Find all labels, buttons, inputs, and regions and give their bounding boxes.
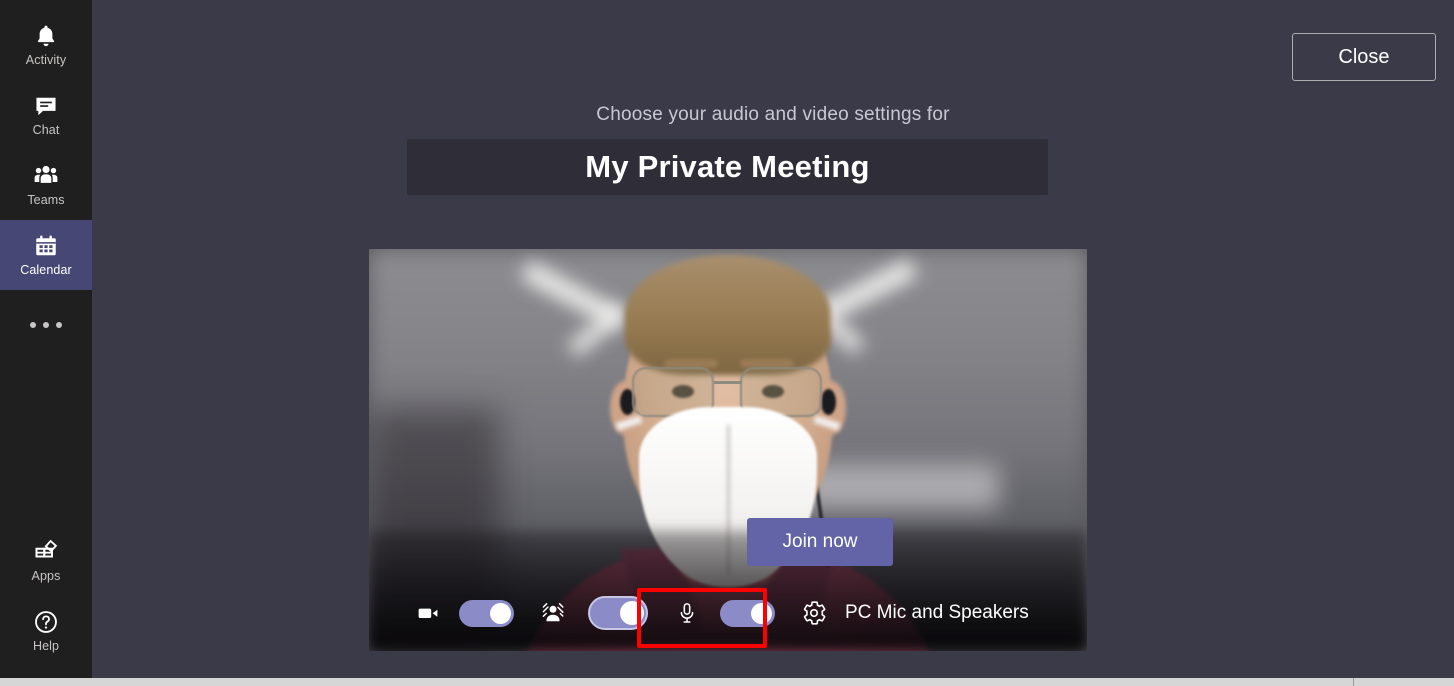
dot bbox=[43, 322, 49, 328]
sidebar-item-activity[interactable]: Activity bbox=[0, 10, 92, 80]
apps-icon bbox=[33, 539, 59, 565]
calendar-icon bbox=[33, 233, 59, 259]
chat-icon bbox=[33, 93, 59, 119]
mask-strap-right bbox=[813, 415, 841, 431]
dot bbox=[56, 322, 62, 328]
ceiling-light bbox=[520, 260, 626, 330]
background-blur-icon bbox=[540, 600, 566, 626]
hair bbox=[625, 255, 831, 375]
ceiling-light bbox=[808, 258, 918, 328]
close-button[interactable]: Close bbox=[1292, 33, 1436, 81]
background-blur-control bbox=[540, 596, 648, 630]
teams-icon bbox=[33, 163, 59, 189]
sidebar-item-chat[interactable]: Chat bbox=[0, 80, 92, 150]
ear-left bbox=[610, 381, 640, 435]
join-now-button[interactable]: Join now bbox=[747, 518, 893, 566]
lens-left bbox=[632, 367, 714, 417]
ceiling-light bbox=[567, 304, 627, 357]
background-shelf bbox=[799, 464, 999, 510]
sidebar-item-calendar[interactable]: Calendar bbox=[0, 220, 92, 290]
earbud-left bbox=[620, 389, 635, 415]
background-blur-toggle[interactable] bbox=[588, 596, 648, 630]
video-preview: Join now PC Mic and Speakers bbox=[369, 249, 1087, 651]
sidebar-item-label: Apps bbox=[31, 569, 61, 583]
dot bbox=[30, 322, 36, 328]
toggle-knob bbox=[490, 602, 511, 624]
mask-fold bbox=[726, 425, 730, 575]
earbud-right bbox=[821, 389, 836, 415]
toggle-knob bbox=[751, 602, 772, 624]
eyebrow-left bbox=[664, 359, 718, 368]
meeting-title: My Private Meeting bbox=[585, 149, 870, 184]
teams-window: Activity Chat Teams Calendar Apps Help C… bbox=[0, 0, 1454, 686]
bell-icon bbox=[33, 23, 59, 49]
sidebar-item-teams[interactable]: Teams bbox=[0, 150, 92, 220]
toggle-knob bbox=[620, 600, 644, 625]
camera-control bbox=[415, 599, 514, 627]
sidebar-item-label: Calendar bbox=[20, 263, 72, 277]
glasses-bridge bbox=[714, 381, 742, 384]
more-dots-icon[interactable] bbox=[30, 290, 62, 360]
camera-icon bbox=[415, 600, 441, 626]
eye-right bbox=[762, 385, 784, 398]
help-icon bbox=[33, 609, 59, 635]
gear-icon bbox=[801, 600, 827, 626]
prejoin-controls: PC Mic and Speakers bbox=[369, 575, 1087, 651]
device-settings-control[interactable]: PC Mic and Speakers bbox=[801, 600, 1029, 626]
bottom-strip bbox=[0, 678, 1454, 686]
microphone-toggle[interactable] bbox=[720, 599, 775, 627]
sidebar-item-label: Activity bbox=[25, 53, 67, 67]
ceiling-light bbox=[807, 302, 865, 355]
eyebrow-right bbox=[740, 359, 794, 368]
prejoin-prompt: Choose your audio and video settings for bbox=[596, 104, 950, 125]
microphone-icon bbox=[674, 600, 700, 626]
device-settings-label: PC Mic and Speakers bbox=[845, 602, 1029, 623]
microphone-control bbox=[674, 599, 775, 627]
lens-right bbox=[740, 367, 822, 417]
eye-left bbox=[672, 385, 694, 398]
prejoin-stage: Close Choose your audio and video settin… bbox=[92, 0, 1454, 678]
head bbox=[623, 263, 833, 553]
sidebar-item-help[interactable]: Help bbox=[0, 596, 92, 666]
sidebar-item-label: Teams bbox=[27, 193, 65, 207]
camera-toggle[interactable] bbox=[459, 599, 514, 627]
sidebar-item-label: Help bbox=[32, 639, 60, 653]
mask-strap-left bbox=[615, 415, 643, 431]
bottom-strip-tick bbox=[1353, 678, 1354, 686]
sidebar-item-apps[interactable]: Apps bbox=[0, 526, 92, 596]
eyeglasses bbox=[622, 365, 834, 421]
ear-right bbox=[816, 381, 846, 435]
app-rail: Activity Chat Teams Calendar Apps Help bbox=[0, 0, 92, 678]
meeting-title-container: My Private Meeting bbox=[407, 139, 1048, 195]
sidebar-item-label: Chat bbox=[32, 123, 60, 137]
